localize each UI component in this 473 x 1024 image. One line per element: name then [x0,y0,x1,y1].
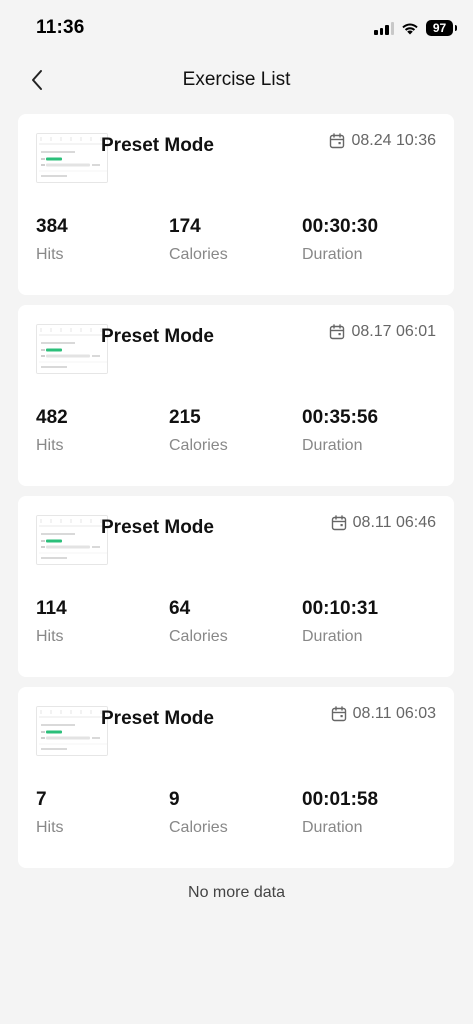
status-bar: 11:36 97 [0,0,473,56]
record-date-text: 08.17 06:01 [351,323,436,340]
stat-duration: 00:01:58 Duration [302,789,378,837]
duration-label: Duration [302,819,363,836]
stat-hits: 384 Hits [36,216,68,264]
exercise-card[interactable]: Preset Mode 08.24 10:36 384 Hits 174 Cal… [18,114,454,295]
status-time: 11:36 [36,17,85,38]
calories-value: 215 [169,407,201,428]
calories-value: 9 [169,789,180,810]
duration-label: Duration [302,246,363,263]
mode-title: Preset Mode [101,326,214,347]
duration-value: 00:01:58 [302,789,379,810]
calories-label: Calories [169,819,228,836]
record-date: 08.11 06:03 [331,705,436,723]
exercise-card[interactable]: Preset Mode 08.17 06:01 482 Hits 215 Cal… [18,305,454,486]
stat-duration: 00:30:30 Duration [302,216,378,264]
calories-label: Calories [169,628,228,645]
record-date-text: 08.11 06:03 [352,705,436,722]
calendar-icon [331,515,346,531]
exercise-card[interactable]: Preset Mode 08.11 06:46 114 Hits 64 Calo… [18,496,454,677]
record-date: 08.17 06:01 [329,323,436,341]
exercise-thumbnail [36,706,108,756]
duration-label: Duration [302,437,363,454]
hits-label: Hits [36,628,64,645]
hits-label: Hits [36,246,64,263]
mode-title: Preset Mode [101,135,214,156]
calendar-icon [330,324,345,340]
duration-value: 00:35:56 [302,407,379,428]
no-more-data-label: No more data [188,884,285,901]
exercise-thumbnail [36,515,108,565]
hits-value: 482 [36,407,68,428]
calories-label: Calories [169,437,228,454]
record-date-text: 08.11 06:46 [352,514,436,531]
calendar-icon [330,133,345,149]
calories-value: 64 [169,598,191,619]
hits-value: 114 [36,598,67,619]
battery-icon: 97 [426,20,457,36]
stat-hits: 114 Hits [36,598,67,646]
page-title: Exercise List [182,69,291,90]
record-date-text: 08.24 10:36 [351,132,436,149]
exercise-thumbnail [36,324,108,374]
calendar-icon [331,706,346,722]
hits-label: Hits [36,819,64,836]
status-icons: 97 [374,19,457,37]
exercise-card[interactable]: Preset Mode 08.11 06:03 7 Hits 9 Calorie… [18,687,454,868]
record-date: 08.24 10:36 [329,132,436,150]
stat-calories: 174 Calories [169,216,228,264]
mode-title: Preset Mode [101,708,214,729]
nav-bar: Exercise List [0,56,473,104]
exercise-thumbnail [36,133,108,183]
record-date: 08.11 06:46 [331,514,436,532]
stat-calories: 64 Calories [169,598,228,646]
stat-duration: 00:35:56 Duration [302,407,378,455]
calories-value: 174 [169,216,201,237]
stat-calories: 215 Calories [169,407,228,455]
hits-value: 7 [36,789,47,810]
stat-hits: 7 Hits [36,789,64,837]
wifi-icon [402,23,418,35]
duration-value: 00:10:31 [302,598,379,619]
exercise-list: Preset Mode 08.24 10:36 384 Hits 174 Cal… [18,114,454,878]
stat-calories: 9 Calories [169,789,228,837]
hits-value: 384 [36,216,68,237]
cellular-signal-icon [374,21,394,35]
hits-label: Hits [36,437,64,454]
duration-value: 00:30:30 [302,216,379,237]
duration-label: Duration [302,628,363,645]
mode-title: Preset Mode [101,517,214,538]
stat-hits: 482 Hits [36,407,68,455]
calories-label: Calories [169,246,228,263]
stat-duration: 00:10:31 Duration [302,598,378,646]
